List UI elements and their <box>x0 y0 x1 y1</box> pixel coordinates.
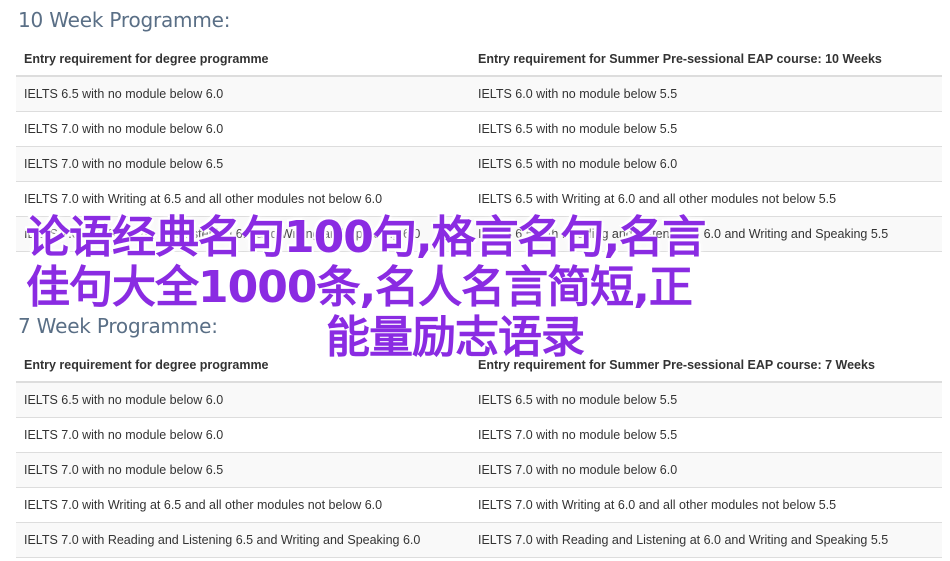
section-heading-10-week: 10 Week Programme: <box>18 8 231 32</box>
overlay-title-line-1: 论语经典名句100句,格言名句,名言 <box>26 212 706 263</box>
column-header: Entry requirement for degree programme <box>16 42 470 77</box>
table-row: IELTS 6.5 with no module below 6.0 IELTS… <box>16 76 942 112</box>
overlay-title-line-2: 佳句大全1000条,名人名言简短,正 <box>26 262 693 313</box>
table-row: IELTS 7.0 with no module below 6.5 IELTS… <box>16 452 942 488</box>
table-row: IELTS 7.0 with Writing at 6.5 and all ot… <box>16 487 942 523</box>
table-cell: IELTS 7.0 with no module below 6.0 <box>16 417 470 453</box>
table-cell: IELTS 6.5 with no module below 6.0 <box>16 76 470 112</box>
table-cell: IELTS 7.0 with Writing at 6.5 and all ot… <box>16 487 470 523</box>
table-cell: IELTS 7.0 with no module below 5.5 <box>470 417 942 453</box>
column-header: Entry requirement for Summer Pre-session… <box>470 42 942 77</box>
table-row: IELTS 6.5 with no module below 6.0 IELTS… <box>16 382 942 418</box>
table-cell: IELTS 6.5 with no module below 6.0 <box>470 146 942 182</box>
requirements-table-7-week: Entry requirement for degree programme E… <box>16 348 942 558</box>
table-cell: IELTS 6.0 with no module below 5.5 <box>470 76 942 112</box>
overlay-title-line-3: 能量励志语录 <box>326 312 585 363</box>
table-cell: IELTS 7.0 with no module below 6.5 <box>16 452 470 488</box>
table-cell: IELTS 7.0 with Reading and Listening at … <box>470 522 942 558</box>
section-heading-7-week: 7 Week Programme: <box>18 314 218 338</box>
table-row: IELTS 7.0 with Reading and Listening 6.5… <box>16 522 942 558</box>
table-row: IELTS 7.0 with no module below 6.0 IELTS… <box>16 417 942 453</box>
table-cell: IELTS 7.0 with no module below 6.0 <box>470 452 942 488</box>
table-header-row: Entry requirement for degree programme E… <box>16 42 942 77</box>
table-cell: IELTS 6.5 with no module below 6.0 <box>16 382 470 418</box>
table-cell: IELTS 7.0 with Reading and Listening 6.5… <box>16 522 470 558</box>
table-cell: IELTS 7.0 with no module below 6.5 <box>16 146 470 182</box>
table-cell: IELTS 6.5 with no module below 5.5 <box>470 382 942 418</box>
table-row: IELTS 7.0 with no module below 6.5 IELTS… <box>16 146 942 182</box>
table-cell: IELTS 7.0 with Writing at 6.0 and all ot… <box>470 487 942 523</box>
table-row: IELTS 7.0 with no module below 6.0 IELTS… <box>16 111 942 147</box>
table-cell: IELTS 6.5 with no module below 5.5 <box>470 111 942 147</box>
table-cell: IELTS 7.0 with no module below 6.0 <box>16 111 470 147</box>
